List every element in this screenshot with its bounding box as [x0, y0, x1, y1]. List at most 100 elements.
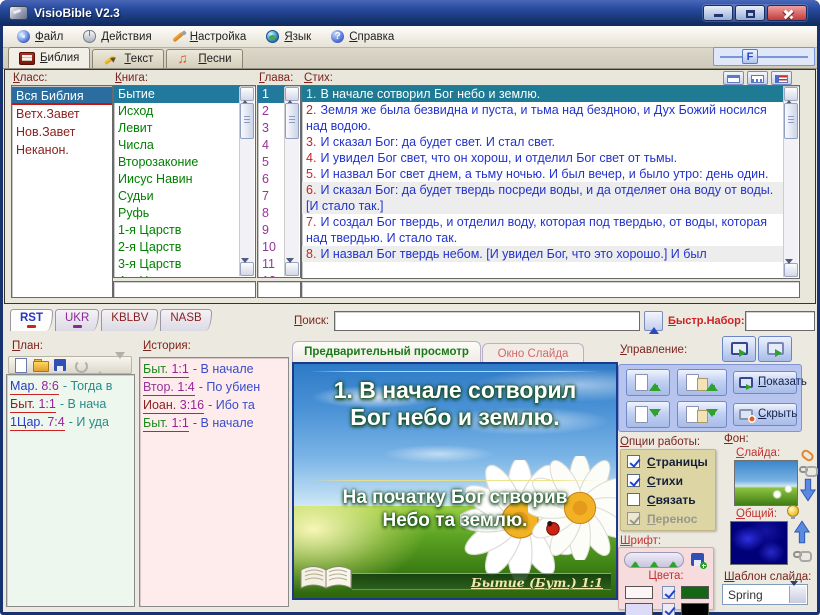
new-doc-icon[interactable] [13, 358, 27, 372]
book-item[interactable]: 3-я Царств [114, 256, 240, 273]
menu-item[interactable]: Файл [9, 28, 71, 45]
book-item[interactable]: Руфь [114, 205, 240, 222]
class-item[interactable]: Нов.Завет [12, 123, 112, 141]
plan-item[interactable]: Быт. 1:1- В нача [10, 395, 131, 413]
outline-color-swatch[interactable] [681, 603, 709, 615]
chapter-item[interactable]: 3 [258, 120, 285, 137]
scroll-up-icon[interactable] [240, 87, 254, 101]
move-up-icon[interactable] [93, 358, 107, 372]
quick-entry-input[interactable] [745, 311, 815, 331]
option-checkbox-row[interactable]: Стихи [625, 472, 715, 491]
scrollbar-thumb[interactable] [285, 103, 299, 139]
slide-preview[interactable]: 1. В начале сотворил Бог небо и землю. Н… [292, 362, 618, 600]
next-page-button[interactable] [626, 401, 670, 428]
swatch-checkbox-icon[interactable] [662, 603, 675, 615]
option-checkbox-row[interactable]: Страницы [625, 453, 715, 472]
hide-button[interactable]: Скрыть [733, 403, 797, 426]
main-tab[interactable]: Текст [92, 49, 164, 68]
scroll-up-icon[interactable] [285, 87, 299, 101]
apply-down-icon[interactable] [799, 477, 817, 503]
translation-tab[interactable]: UKR [55, 309, 99, 331]
dropdown-arrow-icon[interactable] [789, 586, 806, 603]
verse-row[interactable]: 4.И увидел Бог свет, что он хорош, и отд… [302, 150, 783, 166]
slide-template-select[interactable]: Spring [722, 584, 808, 605]
option-checkbox-row[interactable]: Связать [625, 491, 715, 510]
chapter-scrollbar[interactable] [284, 87, 299, 276]
main-tab[interactable]: Библия [8, 47, 90, 68]
fill-color-swatch[interactable] [625, 586, 653, 599]
view-list-icon[interactable] [771, 71, 792, 85]
scroll-up-icon[interactable] [784, 87, 798, 101]
show-button[interactable]: Показать [733, 371, 797, 394]
verse-row[interactable]: 6.И сказал Бог: да будет твердь посреди … [302, 182, 783, 214]
book-item[interactable]: 1-я Царств [114, 222, 240, 239]
option-checkbox-row[interactable]: Перенос [625, 510, 715, 529]
apply-up-icon[interactable] [793, 519, 811, 545]
move-down-icon[interactable] [113, 358, 127, 372]
book-item[interactable]: 4-я Царств [114, 273, 240, 278]
translation-tab[interactable]: NASB [160, 309, 211, 331]
scroll-down-icon[interactable] [240, 262, 254, 276]
book-item[interactable]: Числа [114, 137, 240, 154]
chapter-item[interactable]: 1 [258, 86, 285, 103]
book-item[interactable]: Судьи [114, 188, 240, 205]
book-item[interactable]: Второзаконие [114, 154, 240, 171]
next-slide-button[interactable] [677, 401, 727, 428]
history-item[interactable]: Быт. 1:1- В начале [143, 414, 285, 432]
verse-row[interactable]: 8.И назвал Бог твердь небом. [И увидел Б… [302, 246, 783, 262]
prev-page-button[interactable] [626, 369, 670, 396]
font-size-slider[interactable]: F [713, 47, 815, 66]
view-dashed-icon[interactable] [747, 71, 768, 85]
chapter-item[interactable]: 5 [258, 154, 285, 171]
verse-row[interactable]: 2.Земля же была безвидна и пуста, и тьма… [302, 102, 783, 134]
book-scrollbar[interactable] [239, 87, 254, 276]
menu-item[interactable]: Язык [258, 28, 319, 45]
search-up-icon[interactable] [644, 311, 663, 331]
chapter-item[interactable]: 6 [258, 171, 285, 188]
menu-item[interactable]: Справка [323, 28, 402, 45]
checkbox-icon[interactable] [627, 512, 640, 525]
main-tab[interactable]: Песни [166, 49, 242, 68]
book-item[interactable]: Левит [114, 120, 240, 137]
slider-handle[interactable]: F [742, 49, 758, 64]
scroll-down-icon[interactable] [285, 262, 299, 276]
chapter-item[interactable]: 2 [258, 103, 285, 120]
book-item[interactable]: 2-я Царств [114, 239, 240, 256]
checkbox-icon[interactable] [627, 455, 640, 468]
save-font-icon[interactable] [690, 552, 706, 568]
chapter-item[interactable]: 11 [258, 256, 285, 273]
verse-row[interactable]: 1.В начале сотворил Бог небо и землю. [302, 86, 783, 102]
tab-preview[interactable]: Предварительный просмотр [292, 341, 481, 362]
verse-row[interactable]: 3.И сказал Бог: да будет свет. И стал св… [302, 134, 783, 150]
history-item[interactable]: Втор. 1:4- По убиен [143, 378, 285, 396]
save-doc-icon[interactable] [53, 358, 67, 372]
history-item[interactable]: Быт. 1:1- В начале [143, 360, 285, 378]
lightbulb-icon[interactable] [787, 505, 799, 517]
slide-background-thumbnail[interactable] [734, 460, 798, 506]
search-input[interactable] [334, 311, 640, 331]
prev-slide-button[interactable] [677, 369, 727, 396]
scrollbar-thumb[interactable] [240, 103, 254, 139]
minimize-button[interactable] [703, 5, 733, 21]
chapter-item[interactable]: 9 [258, 222, 285, 239]
open-folder-icon[interactable] [33, 358, 47, 372]
chapter-quick-input[interactable] [257, 281, 301, 298]
undo-gray-icon[interactable] [73, 358, 87, 372]
scrollbar-thumb[interactable] [784, 103, 798, 139]
menu-item[interactable]: Настройка [164, 28, 255, 45]
verse-row[interactable]: 7.И создал Бог твердь, и отделил воду, к… [302, 214, 783, 246]
scroll-down-icon[interactable] [784, 263, 798, 277]
checkbox-icon[interactable] [627, 474, 640, 487]
send-to-screen-alt-button[interactable] [758, 336, 792, 362]
verse-scrollbar[interactable] [783, 87, 798, 277]
fill-color-swatch[interactable] [625, 603, 653, 615]
chapter-item[interactable]: 12 [258, 273, 285, 278]
chapter-item[interactable]: 8 [258, 205, 285, 222]
class-item[interactable]: Вся Библия [12, 87, 112, 105]
view-title-icon[interactable] [723, 71, 744, 85]
menu-item[interactable]: Действия [75, 28, 159, 45]
font-grow-button[interactable] [624, 552, 684, 568]
history-item[interactable]: Иоан. 3:16- Ибо та [143, 396, 285, 414]
translation-tab[interactable]: KBLBV [101, 309, 158, 331]
outline-color-swatch[interactable] [681, 586, 709, 599]
